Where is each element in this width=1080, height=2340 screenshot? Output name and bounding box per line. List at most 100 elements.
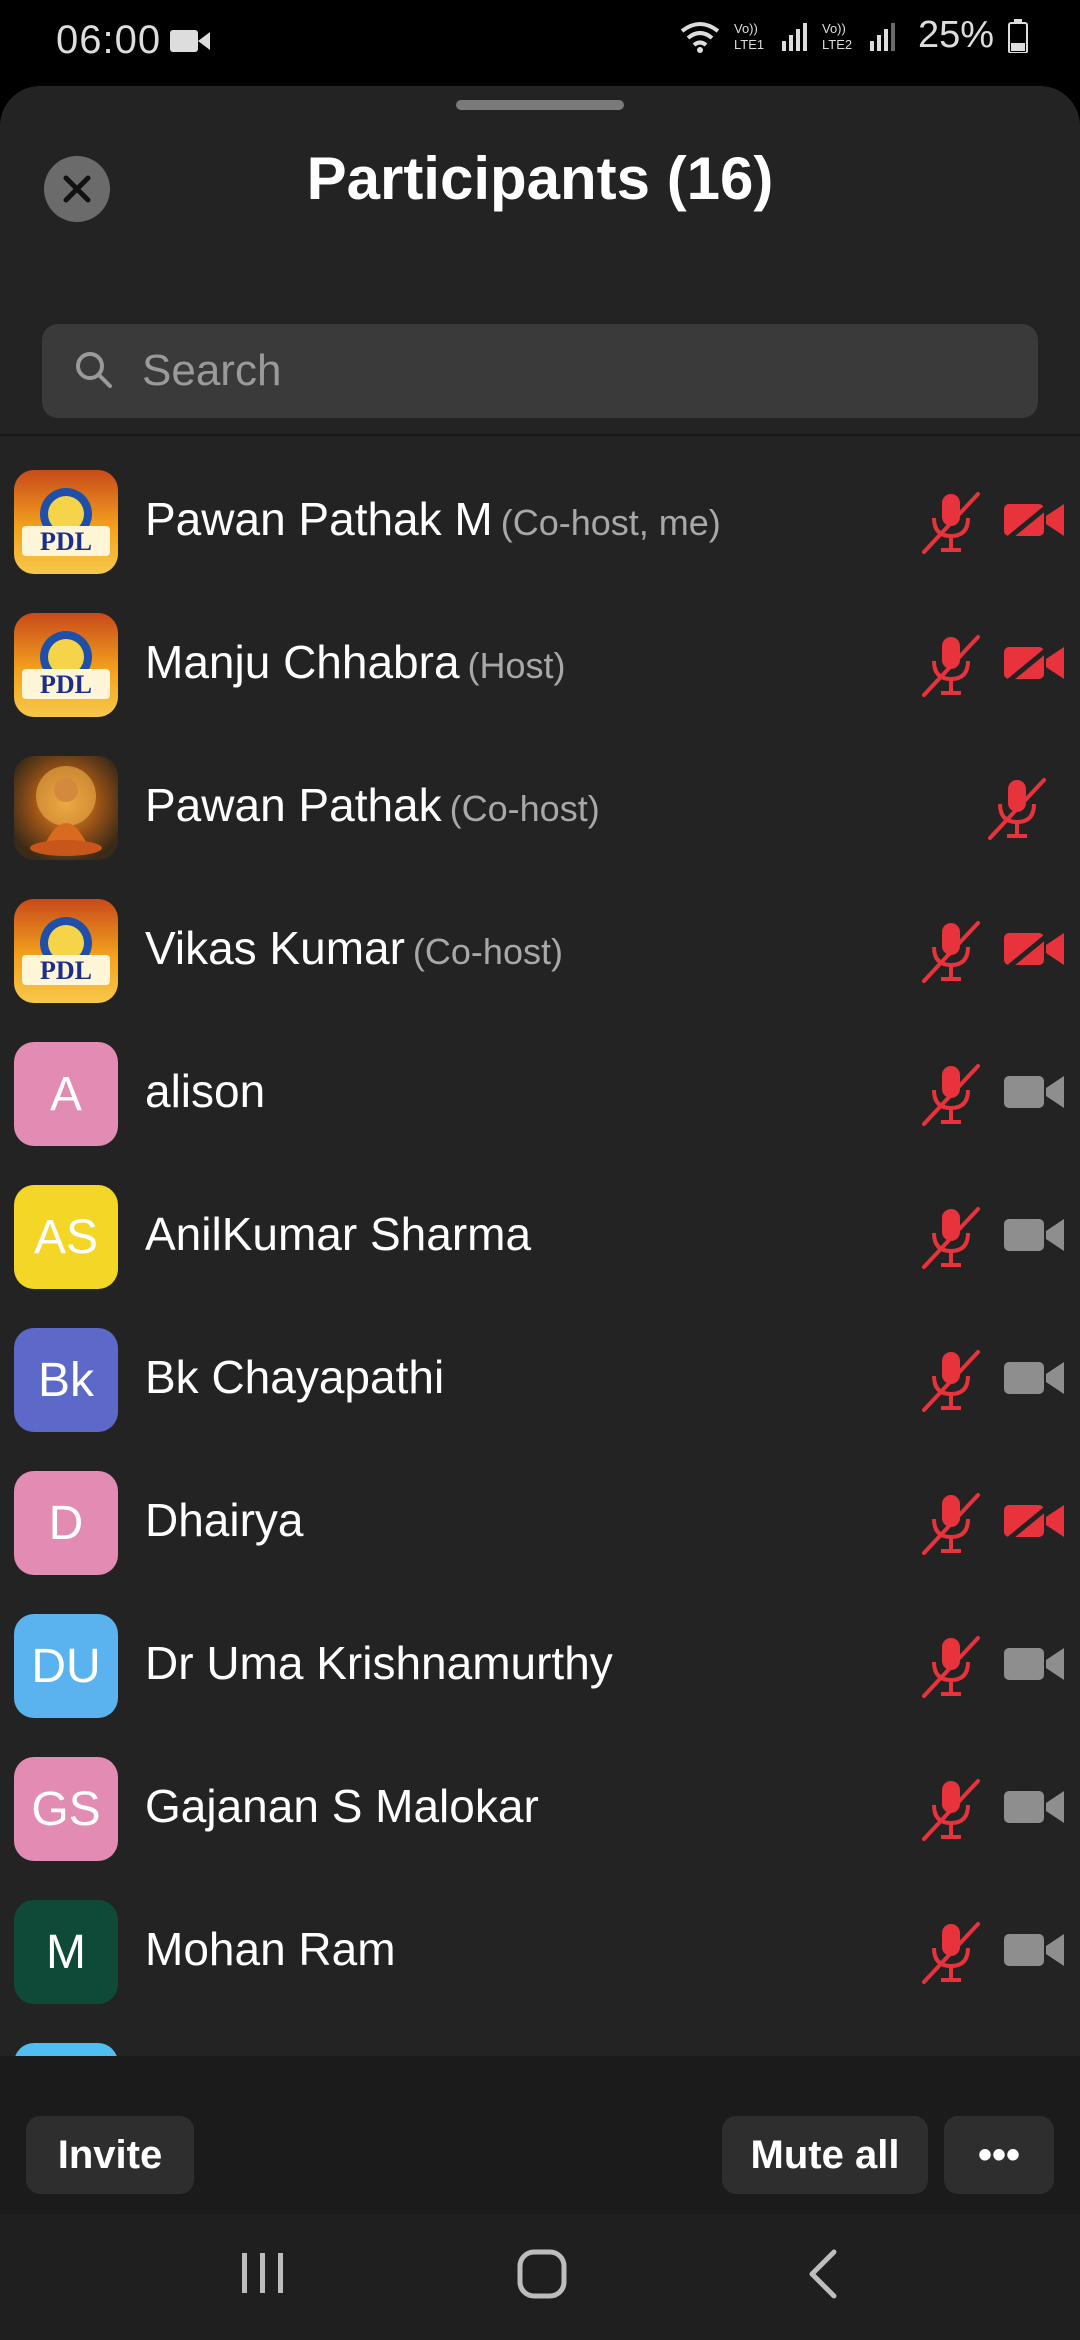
participant-name-group: Manju Chhabra (Host) (145, 635, 566, 689)
svg-text:Vo)): Vo)) (822, 21, 846, 36)
mic-muted-icon[interactable] (920, 1634, 982, 1705)
action-bar: Invite Mute all ••• (0, 2056, 1080, 2214)
mic-muted-icon[interactable] (920, 1920, 982, 1991)
participant-role: (Host) (467, 645, 566, 686)
participant-row[interactable]: Aalison (0, 1024, 1080, 1167)
svg-text:PDL: PDL (40, 670, 92, 699)
participant-name: Pawan Pathak (145, 779, 442, 831)
video-on-icon[interactable] (1002, 1068, 1066, 1121)
participant-name: Dhairya (145, 1494, 304, 1546)
participant-name: Gajanan S Malokar (145, 1780, 539, 1832)
svg-text:LTE1: LTE1 (734, 37, 764, 52)
mic-muted-icon[interactable] (920, 1062, 982, 1133)
video-on-icon[interactable] (1002, 1640, 1066, 1693)
participant-row[interactable]: PDL Pawan Pathak M (Co-host, me) (0, 452, 1080, 595)
page-title: Participants (16) (306, 145, 774, 212)
video-on-icon[interactable] (1002, 1354, 1066, 1407)
divider (0, 434, 1080, 436)
recent-apps-icon[interactable] (238, 2248, 288, 2298)
participant-row[interactable]: AS AnilKumar Sharma (0, 1167, 1080, 1310)
video-off-icon[interactable] (1002, 1495, 1066, 1550)
search-placeholder: Search (142, 346, 282, 395)
avatar: PDL (14, 470, 118, 574)
participant-row[interactable]: M Mohan Ram (0, 1882, 1080, 2025)
svg-text:LTE2: LTE2 (822, 37, 852, 52)
participant-name-group: Pawan Pathak (Co-host) (145, 778, 600, 832)
participant-name-group: Gajanan S Malokar (145, 1779, 539, 1833)
avatar-initials: GS (31, 1782, 101, 1836)
mic-muted-icon[interactable] (920, 1348, 982, 1419)
participant-role: (Co-host, me) (500, 502, 721, 543)
lte1-signal-icon: Vo)) LTE1 (734, 21, 807, 52)
avatar-initials: DU (31, 1639, 101, 1693)
participant-name-group: Dhairya (145, 1493, 304, 1547)
participant-name-group: Pawan Pathak M (Co-host, me) (145, 492, 721, 546)
avatar: M (14, 1900, 118, 2004)
avatar: D (14, 1471, 118, 1575)
drag-handle[interactable] (456, 100, 624, 110)
avatar: GS (14, 1757, 118, 1861)
battery-percent: 25% (917, 14, 994, 56)
participant-row[interactable]: Pawan Pathak (Co-host) (0, 738, 1080, 881)
participant-name-group: Vikas Kumar (Co-host) (145, 921, 563, 975)
more-options-button[interactable]: ••• (944, 2116, 1054, 2194)
video-off-icon[interactable] (1002, 637, 1066, 692)
video-off-icon[interactable] (1002, 923, 1066, 978)
avatar: PDL (14, 613, 118, 717)
mic-muted-icon[interactable] (920, 490, 982, 561)
participant-name-group: Dr Uma Krishnamurthy (145, 1636, 613, 1690)
video-on-icon[interactable] (1002, 1211, 1066, 1264)
avatar: Bk (14, 1328, 118, 1432)
video-on-icon[interactable] (1002, 1926, 1066, 1979)
participant-row[interactable]: DU Dr Uma Krishnamurthy (0, 1596, 1080, 1739)
participant-row[interactable]: PDL Manju Chhabra (Host) (0, 595, 1080, 738)
participant-role: (Co-host) (449, 788, 600, 829)
participant-list[interactable]: PDL Pawan Pathak M (Co-host, me) PDL Manju C… (0, 452, 1080, 2142)
participant-name-group: Bk Chayapathi (145, 1350, 444, 1404)
avatar: A (14, 1042, 118, 1146)
avatar: AS (14, 1185, 118, 1289)
video-on-icon[interactable] (1002, 1783, 1066, 1836)
participant-name-group: AnilKumar Sharma (145, 1207, 531, 1261)
participant-role: (Co-host) (412, 931, 563, 972)
mic-muted-icon[interactable] (920, 919, 982, 990)
participant-row[interactable]: GS Gajanan S Malokar (0, 1739, 1080, 1882)
avatar-initials: AS (33, 1210, 99, 1264)
participant-row[interactable]: PDL Vikas Kumar (Co-host) (0, 881, 1080, 1024)
participant-row[interactable]: Bk Bk Chayapathi (0, 1310, 1080, 1453)
mic-muted-icon[interactable] (920, 633, 982, 704)
mic-muted-icon[interactable] (920, 1205, 982, 1276)
participant-name: Manju Chhabra (145, 636, 460, 688)
status-time: 06:00 (56, 18, 162, 62)
video-off-icon[interactable] (1002, 494, 1066, 549)
back-icon[interactable] (804, 2248, 844, 2300)
mic-muted-icon[interactable] (920, 1491, 982, 1562)
participant-name: alison (145, 1065, 266, 1117)
mic-muted-icon[interactable] (920, 1777, 982, 1848)
battery-icon (1008, 18, 1028, 53)
participants-sheet: Participants (16) Search PDL Pawan Pathak… (0, 86, 1080, 2214)
svg-text:PDL: PDL (40, 956, 92, 985)
search-input[interactable]: Search (42, 324, 1038, 418)
participant-name: Pawan Pathak M (145, 493, 493, 545)
invite-button[interactable]: Invite (26, 2116, 194, 2194)
wifi-icon (680, 21, 720, 53)
participant-name: Mohan Ram (145, 1923, 396, 1975)
mic-muted-icon[interactable] (986, 776, 1048, 847)
avatar-initials: D (48, 1496, 84, 1550)
avatar-initials: Bk (37, 1353, 94, 1407)
status-bar: 06:00 Vo)) LTE1 Vo)) LTE2 25% (0, 0, 1080, 86)
avatar (14, 756, 118, 860)
svg-text:Vo)): Vo)) (734, 21, 758, 36)
participant-row[interactable]: D Dhairya (0, 1453, 1080, 1596)
lte2-signal-icon: Vo)) LTE2 (822, 21, 895, 52)
mute-all-button[interactable]: Mute all (722, 2116, 928, 2194)
video-camera-icon (170, 30, 210, 52)
home-icon[interactable] (516, 2248, 568, 2300)
avatar: PDL (14, 899, 118, 1003)
status-indicators: Vo)) LTE1 Vo)) LTE2 25% (680, 14, 1028, 57)
avatar: DU (14, 1614, 118, 1718)
search-icon (76, 352, 112, 388)
system-nav-bar (0, 2214, 1080, 2340)
participant-name: Dr Uma Krishnamurthy (145, 1637, 613, 1689)
